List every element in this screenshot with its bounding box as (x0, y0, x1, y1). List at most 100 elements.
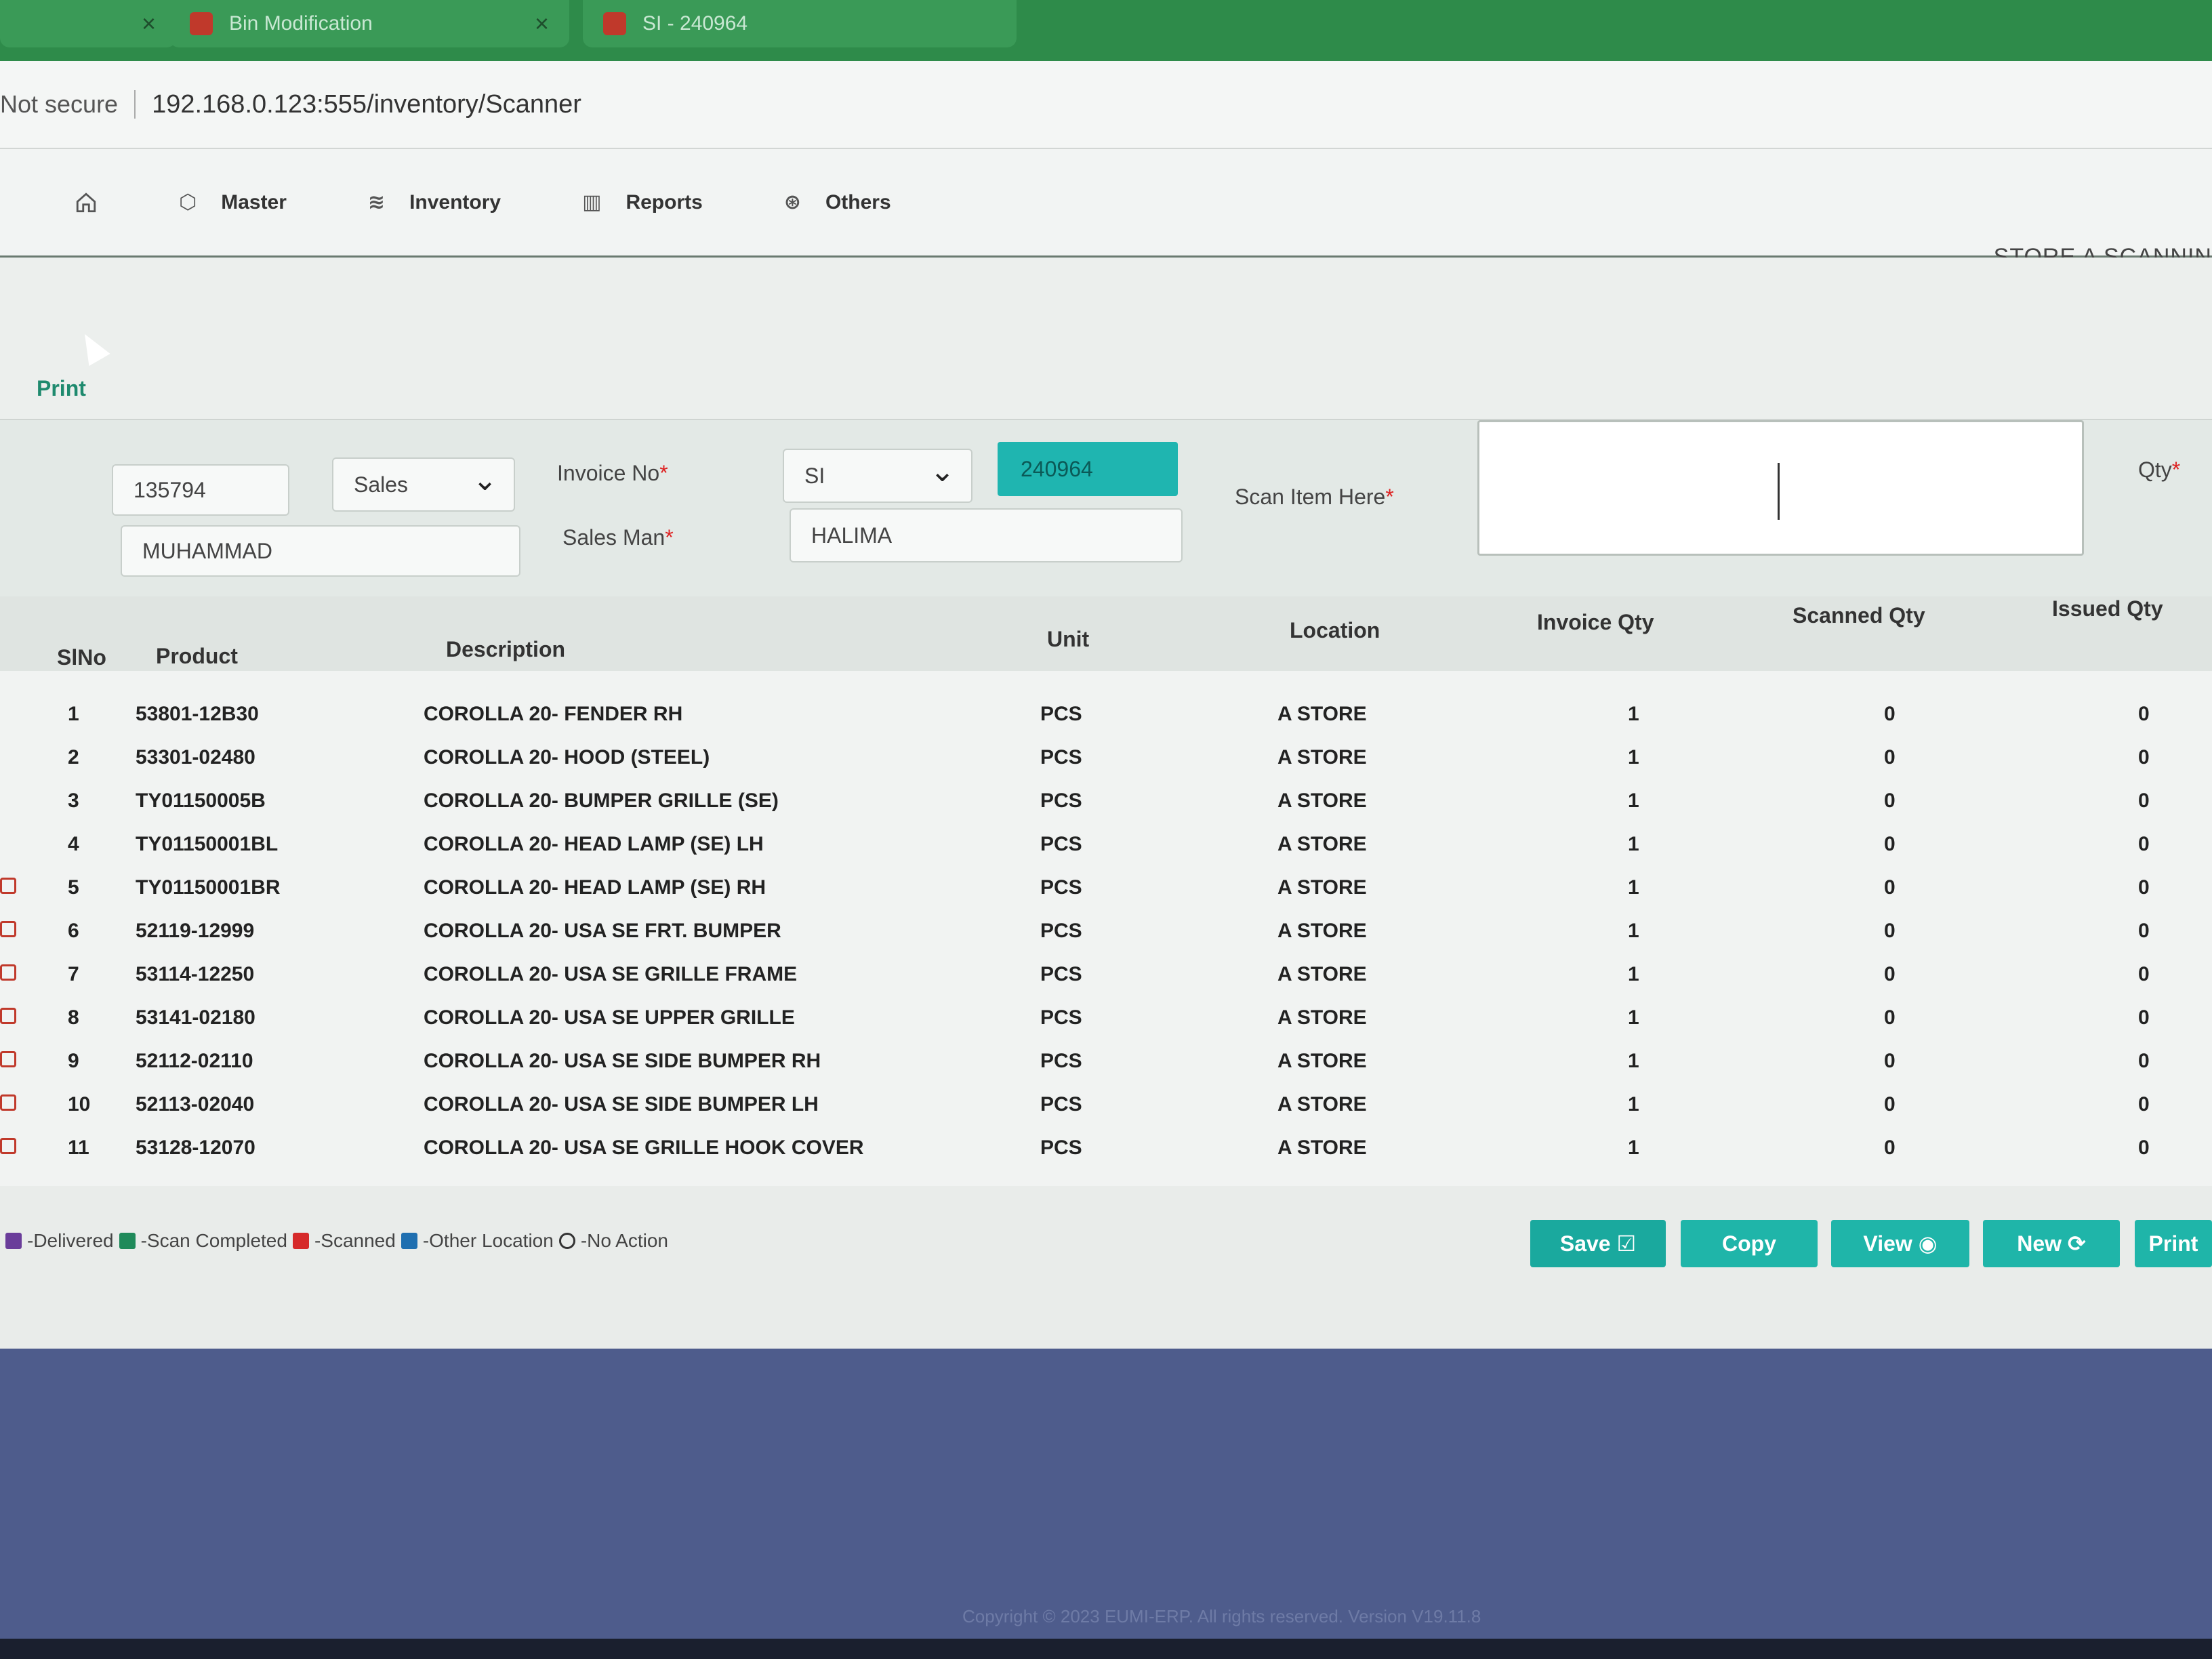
legend-label: -Delivered (27, 1230, 114, 1251)
cell-issued-qty: 0 (2138, 1136, 2150, 1159)
nav-reports[interactable]: ▥ Reports (582, 190, 703, 214)
cell-issued-qty: 0 (2138, 876, 2150, 899)
table-row[interactable]: 9 52112-02110 COROLLA 20- USA SE SIDE BUMP… (0, 1042, 2212, 1085)
type-select[interactable]: Sales (332, 457, 515, 512)
cell-product: 53114-12250 (136, 963, 255, 985)
cell-description: COROLLA 20- USA SE FRT. BUMPER (424, 920, 781, 942)
browser-tabstrip: × Bin Modification × SI - 240964 (0, 0, 2212, 61)
table-row[interactable]: 10 52113-02040 COROLLA 20- USA SE SIDE BUM… (0, 1085, 2212, 1128)
invoice-prefix-select[interactable]: SI (783, 449, 972, 503)
nav-inventory[interactable]: ≋ Inventory (368, 190, 501, 214)
table-row[interactable]: 2 53301-02480 COROLLA 20- HOOD (STEEL) PCS A… (0, 738, 2212, 781)
table-row[interactable]: 1 53801-12B30 COROLLA 20- FENDER RH PCS A ST… (0, 695, 2212, 738)
header-issued-qty[interactable]: Issued Qty (2052, 596, 2163, 621)
invoice-number-field[interactable]: 240964 (998, 442, 1178, 496)
save-button[interactable]: Save ☑ (1530, 1220, 1666, 1267)
browser-tab-si[interactable]: SI - 240964 (583, 0, 1017, 47)
cell-location: A STORE (1277, 790, 1367, 812)
cell-unit: PCS (1040, 703, 1082, 725)
header-scanned-qty[interactable]: Scanned Qty (1793, 603, 1925, 628)
cell-location: A STORE (1277, 703, 1367, 725)
page-background (0, 1349, 2212, 1639)
scan-item-label: Scan Item Here* (1235, 485, 1394, 509)
browser-tab-bin-modification[interactable]: Bin Modification × (169, 0, 569, 47)
header-slno[interactable]: SlNo (57, 645, 106, 670)
salesman-label: Sales Man* (562, 525, 674, 550)
nav-label: Others (825, 190, 891, 213)
other-location-swatch-icon (401, 1233, 417, 1249)
scan-completed-swatch-icon (119, 1233, 136, 1249)
nav-master[interactable]: ⬡ Master (179, 190, 287, 214)
header-invoice-qty[interactable]: Invoice Qty (1537, 610, 1654, 635)
table-row[interactable]: 8 53141-02180 COROLLA 20- USA SE UPPER GRI… (0, 998, 2212, 1042)
cell-invoice-qty: 1 (1628, 876, 1639, 899)
close-tab-icon[interactable]: × (535, 9, 549, 38)
table-header: SlNo Product Description Unit Location I… (0, 596, 2212, 671)
view-button[interactable]: View ◉ (1831, 1220, 1969, 1267)
cell-issued-qty: 0 (2138, 920, 2150, 942)
cell-product: TY01150001BR (136, 876, 281, 899)
header-description[interactable]: Description (446, 637, 565, 662)
browser-tab-1[interactable]: × (0, 0, 176, 47)
scan-item-input[interactable] (1477, 420, 2084, 556)
cell-location: A STORE (1277, 920, 1367, 942)
copy-button[interactable]: Copy (1681, 1220, 1818, 1267)
security-indicator[interactable]: Not secure (0, 90, 136, 119)
cell-slno: 5 (68, 876, 79, 899)
footer-copyright: Copyright © 2023 EUMI-ERP. All rights re… (962, 1606, 1481, 1626)
cell-location: A STORE (1277, 1093, 1367, 1115)
cell-location: A STORE (1277, 1050, 1367, 1072)
print-button[interactable]: Print (2135, 1220, 2212, 1267)
print-toolbar: Print (0, 258, 2212, 420)
invoice-label: Invoice No* (557, 461, 668, 485)
row-status-icon (0, 964, 16, 981)
cell-description: COROLLA 20- USA SE GRILLE FRAME (424, 963, 798, 985)
close-tab-icon[interactable]: × (142, 9, 156, 38)
cell-invoice-qty: 1 (1628, 790, 1639, 812)
cell-description: COROLLA 20- USA SE UPPER GRILLE (424, 1006, 795, 1029)
code-field[interactable]: 135794 (112, 464, 289, 516)
cell-scanned-qty: 0 (1884, 920, 1896, 942)
items-table: SlNo Product Description Unit Location I… (0, 596, 2212, 1186)
print-link[interactable]: Print (37, 376, 86, 401)
header-unit[interactable]: Unit (1047, 627, 1089, 652)
cell-unit: PCS (1040, 1050, 1082, 1072)
salesman-field[interactable]: HALIMA (790, 508, 1183, 562)
cell-invoice-qty: 1 (1628, 1050, 1639, 1072)
address-bar[interactable]: Not secure 192.168.0.123:555/inventory/S… (0, 61, 2212, 149)
header-product[interactable]: Product (156, 644, 238, 669)
nav-home[interactable] (75, 191, 98, 214)
cell-scanned-qty: 0 (1884, 790, 1896, 812)
taskbar (0, 1639, 2212, 1659)
cell-product: TY01150001BL (136, 833, 279, 855)
row-status-icon (0, 878, 16, 894)
cell-invoice-qty: 1 (1628, 1136, 1639, 1159)
cell-scanned-qty: 0 (1884, 876, 1896, 899)
new-button[interactable]: New ⟳ (1983, 1220, 2120, 1267)
table-row[interactable]: 7 53114-12250 COROLLA 20- USA SE GRILLE FR… (0, 955, 2212, 998)
url-text[interactable]: 192.168.0.123:555/inventory/Scanner (152, 90, 581, 119)
row-status-icon (0, 1008, 16, 1024)
table-row[interactable]: 6 52119-12999 COROLLA 20- USA SE FRT. BUMP… (0, 912, 2212, 955)
cell-description: COROLLA 20- USA SE SIDE BUMPER RH (424, 1050, 821, 1072)
table-row[interactable]: 3 TY01150005B COROLLA 20- BUMPER GRILLE (S… (0, 781, 2212, 825)
tab-label: SI - 240964 (642, 12, 748, 35)
cell-unit: PCS (1040, 876, 1082, 899)
cell-issued-qty: 0 (2138, 963, 2150, 985)
row-status-icon (0, 1051, 16, 1067)
nav-others[interactable]: ⊛ Others (784, 190, 891, 214)
main-navigation: ⬡ Master ≋ Inventory ▥ Reports ⊛ Others … (0, 149, 2212, 270)
customer-field[interactable]: MUHAMMAD (121, 525, 520, 577)
cell-description: COROLLA 20- HEAD LAMP (SE) LH (424, 833, 764, 855)
cell-location: A STORE (1277, 746, 1367, 769)
header-location[interactable]: Location (1290, 618, 1380, 643)
scanned-swatch-icon (292, 1233, 309, 1249)
cell-issued-qty: 0 (2138, 703, 2150, 725)
table-row[interactable]: 11 53128-12070 COROLLA 20- USA SE GRILLE H… (0, 1128, 2212, 1172)
cell-product: 52119-12999 (136, 920, 255, 942)
cell-scanned-qty: 0 (1884, 703, 1896, 725)
table-row[interactable]: 4 TY01150001BL COROLLA 20- HEAD LAMP (SE) … (0, 825, 2212, 868)
cell-product: 53301-02480 (136, 746, 255, 769)
cell-unit: PCS (1040, 963, 1082, 985)
table-row[interactable]: 5 TY01150001BR COROLLA 20- HEAD LAMP (SE) … (0, 868, 2212, 912)
